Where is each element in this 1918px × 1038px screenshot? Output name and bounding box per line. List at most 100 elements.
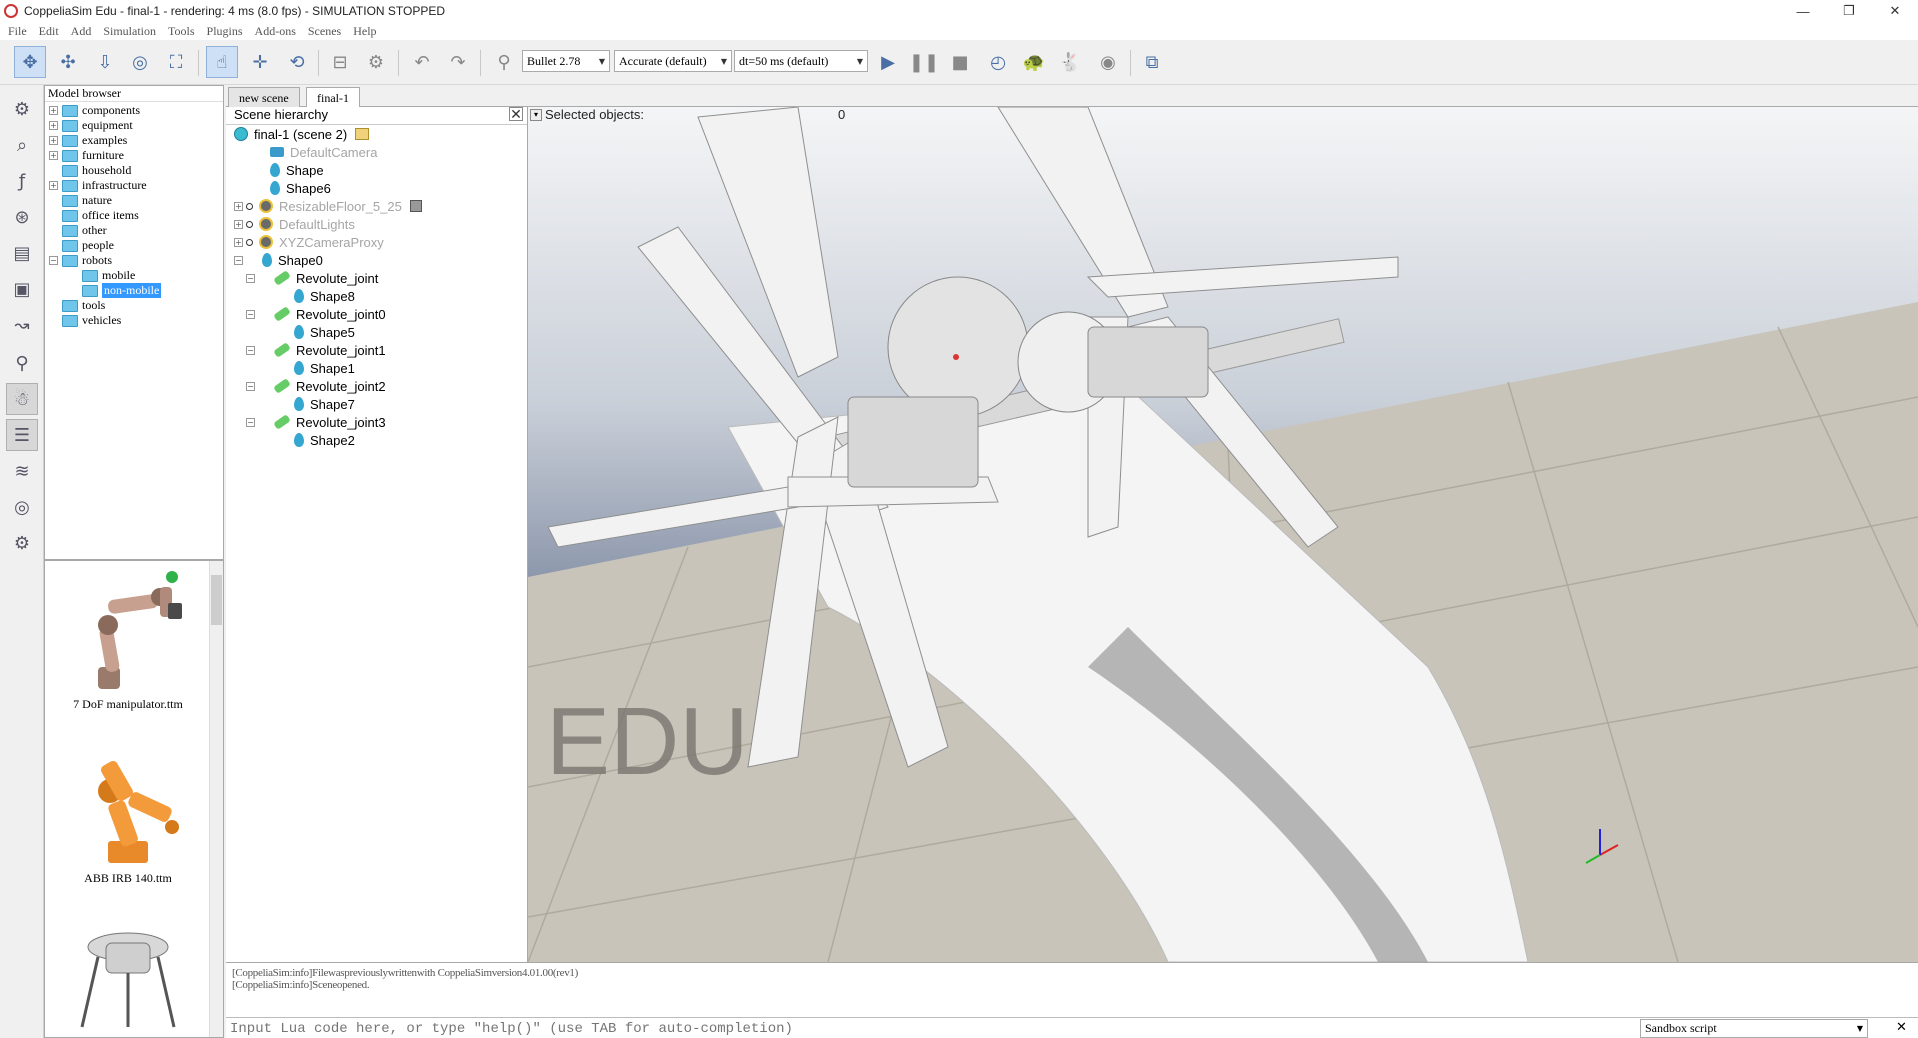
scene-switch-icon[interactable]: ⧉ [1136, 46, 1168, 78]
menu-add[interactable]: Add [71, 24, 92, 39]
zoom-icon[interactable]: ⌕ [6, 129, 38, 161]
hierarchy-item-shape2[interactable]: Shape2 [294, 431, 355, 449]
hierarchy-item-shape6[interactable]: Shape6 [270, 179, 331, 197]
lua-command-input[interactable] [230, 1020, 1640, 1038]
stop-icon[interactable]: ■ [944, 46, 976, 78]
expand-icon[interactable]: + [49, 121, 58, 130]
redo-icon[interactable]: ↷ [442, 46, 474, 78]
hierarchy-item-shape[interactable]: Shape [270, 161, 324, 179]
close-icon[interactable]: ✕ [509, 107, 523, 121]
hierarchy-item-shape8[interactable]: Shape8 [294, 287, 355, 305]
expand-icon[interactable]: + [49, 136, 58, 145]
thumb-delta-robot[interactable] [45, 917, 211, 1037]
thumb-abb-irb-140[interactable]: ABB IRB 140.ttm [45, 741, 211, 886]
pause-icon[interactable]: ❚❚ [908, 46, 940, 78]
hierarchy-item-shape1[interactable]: Shape1 [294, 359, 355, 377]
faster-rabbit-icon[interactable]: 🐇 [1054, 46, 1086, 78]
hierarchy-item-revolute-joint0[interactable]: − Revolute_joint0 [246, 305, 386, 323]
layers-icon[interactable]: ≋ [6, 455, 38, 487]
expand-icon[interactable]: + [49, 106, 58, 115]
object-rotate-icon[interactable]: ⟲ [281, 46, 313, 78]
script-select[interactable]: Sandbox script ▼ [1640, 1019, 1868, 1038]
visualization-eye-icon[interactable]: ◉ [1092, 46, 1124, 78]
hierarchy-item-defaultlights[interactable]: + DefaultLights [234, 215, 355, 233]
tab-new-scene[interactable]: new scene [228, 87, 300, 107]
tree-item-equipment[interactable]: + equipment [49, 118, 133, 133]
collapse-icon[interactable]: − [234, 255, 243, 265]
menu-plugins[interactable]: Plugins [207, 24, 243, 39]
tree-item-furniture[interactable]: + furniture [49, 148, 124, 163]
camera-pan-icon[interactable]: ✥ [14, 46, 46, 78]
hierarchy-item-resizablefloor[interactable]: + ResizableFloor_5_25 [234, 197, 422, 215]
tab-final-1[interactable]: final-1 [306, 87, 360, 107]
realtime-clock-icon[interactable]: ◴ [982, 46, 1014, 78]
calculation-modules-icon[interactable]: ⊛ [6, 201, 38, 233]
scene-viewport[interactable]: EDU ▾ [528, 107, 1918, 962]
expand-icon[interactable]: + [49, 151, 58, 160]
tree-item-vehicles[interactable]: vehicles [62, 313, 121, 328]
expand-icon[interactable]: + [234, 201, 243, 211]
collapse-icon[interactable]: − [246, 417, 255, 427]
script-icon[interactable] [409, 200, 422, 212]
user-settings-icon[interactable]: ⚙ [6, 527, 38, 559]
play-icon[interactable]: ▶ [872, 46, 904, 78]
expand-icon[interactable]: + [49, 181, 58, 190]
accuracy-select[interactable]: Accurate (default) ▼ [614, 50, 732, 72]
simulation-settings-icon[interactable]: ⚙ [6, 93, 38, 125]
slower-turtle-icon[interactable]: 🐢 [1018, 46, 1050, 78]
physics-engine-select[interactable]: Bullet 2.78 ▼ [522, 50, 610, 72]
minimize-button[interactable]: — [1780, 4, 1826, 19]
tree-item-tools[interactable]: tools [62, 298, 105, 313]
menu-scenes[interactable]: Scenes [308, 24, 341, 39]
collapse-icon[interactable]: − [246, 273, 255, 283]
scene-hierarchy-icon[interactable]: ☰ [6, 419, 38, 451]
collapse-icon[interactable]: − [246, 345, 255, 355]
timestep-select[interactable]: dt=50 ms (default) ▼ [734, 50, 868, 72]
thumb-7dof-manipulator[interactable]: 7 DoF manipulator.ttm [45, 567, 211, 712]
collections-icon[interactable]: ⚲ [6, 347, 38, 379]
camera-rotate-icon[interactable]: ✣ [52, 46, 84, 78]
fit-to-view-icon[interactable]: ⛶ [160, 46, 192, 78]
tree-item-infrastructure[interactable]: + infrastructure [49, 178, 147, 193]
tree-item-other[interactable]: other [62, 223, 107, 238]
hierarchy-item-shape0[interactable]: − Shape0 [234, 251, 323, 269]
shape-edit-icon[interactable]: ▣ [6, 273, 38, 305]
properties-icon[interactable]: ▤ [6, 237, 38, 269]
hierarchy-item-defaultcamera[interactable]: DefaultCamera [270, 143, 377, 161]
tree-item-household[interactable]: household [62, 163, 131, 178]
hierarchy-item-revolute-joint[interactable]: − Revolute_joint [246, 269, 378, 287]
menu-help[interactable]: Help [353, 24, 376, 39]
tree-item-people[interactable]: people [62, 238, 114, 253]
tree-item-mobile[interactable]: mobile [82, 268, 135, 283]
camera-shift-icon[interactable]: ⇩ [89, 46, 121, 78]
menu-simulation[interactable]: Simulation [103, 24, 156, 39]
hierarchy-item-revolute-joint2[interactable]: − Revolute_joint2 [246, 377, 386, 395]
transfer-dna-icon[interactable]: ⚙ [360, 46, 392, 78]
hierarchy-item-revolute-joint1[interactable]: − Revolute_joint1 [246, 341, 386, 359]
scrollbar-thumb[interactable] [211, 575, 222, 625]
menu-file[interactable]: File [8, 24, 27, 39]
collapse-icon[interactable]: − [246, 381, 255, 391]
hierarchy-item-xyzcameraproxy[interactable]: + XYZCameraProxy [234, 233, 384, 251]
camera-angle-icon[interactable]: ◎ [124, 46, 156, 78]
close-icon[interactable]: ✕ [1896, 1020, 1907, 1035]
model-browser-icon[interactable]: ☃ [6, 383, 38, 415]
menu-addons[interactable]: Add-ons [255, 24, 296, 39]
dynamics-icon[interactable]: ⚲ [488, 46, 520, 78]
tree-item-non-mobile[interactable]: non-mobile [82, 283, 162, 298]
menu-tools[interactable]: Tools [168, 24, 195, 39]
thumbnails-scrollbar[interactable] [209, 561, 223, 1037]
collapse-icon[interactable]: − [49, 256, 58, 265]
expand-icon[interactable]: + [234, 219, 243, 229]
expand-icon[interactable]: + [234, 237, 243, 247]
tree-item-nature[interactable]: nature [62, 193, 112, 208]
hierarchy-item-scene[interactable]: final-1 (scene 2) [234, 125, 370, 143]
hierarchy-item-shape5[interactable]: Shape5 [294, 323, 355, 341]
scripts-fx-icon[interactable]: ƒ [6, 165, 38, 197]
tree-item-components[interactable]: + components [49, 103, 140, 118]
hierarchy-item-revolute-joint3[interactable]: − Revolute_joint3 [246, 413, 386, 431]
viewport-menu-icon[interactable]: ▾ [530, 109, 542, 121]
video-recorder-icon[interactable]: ◎ [6, 491, 38, 523]
restore-button[interactable]: ❐ [1826, 3, 1872, 19]
tree-item-robots[interactable]: − robots [49, 253, 112, 268]
